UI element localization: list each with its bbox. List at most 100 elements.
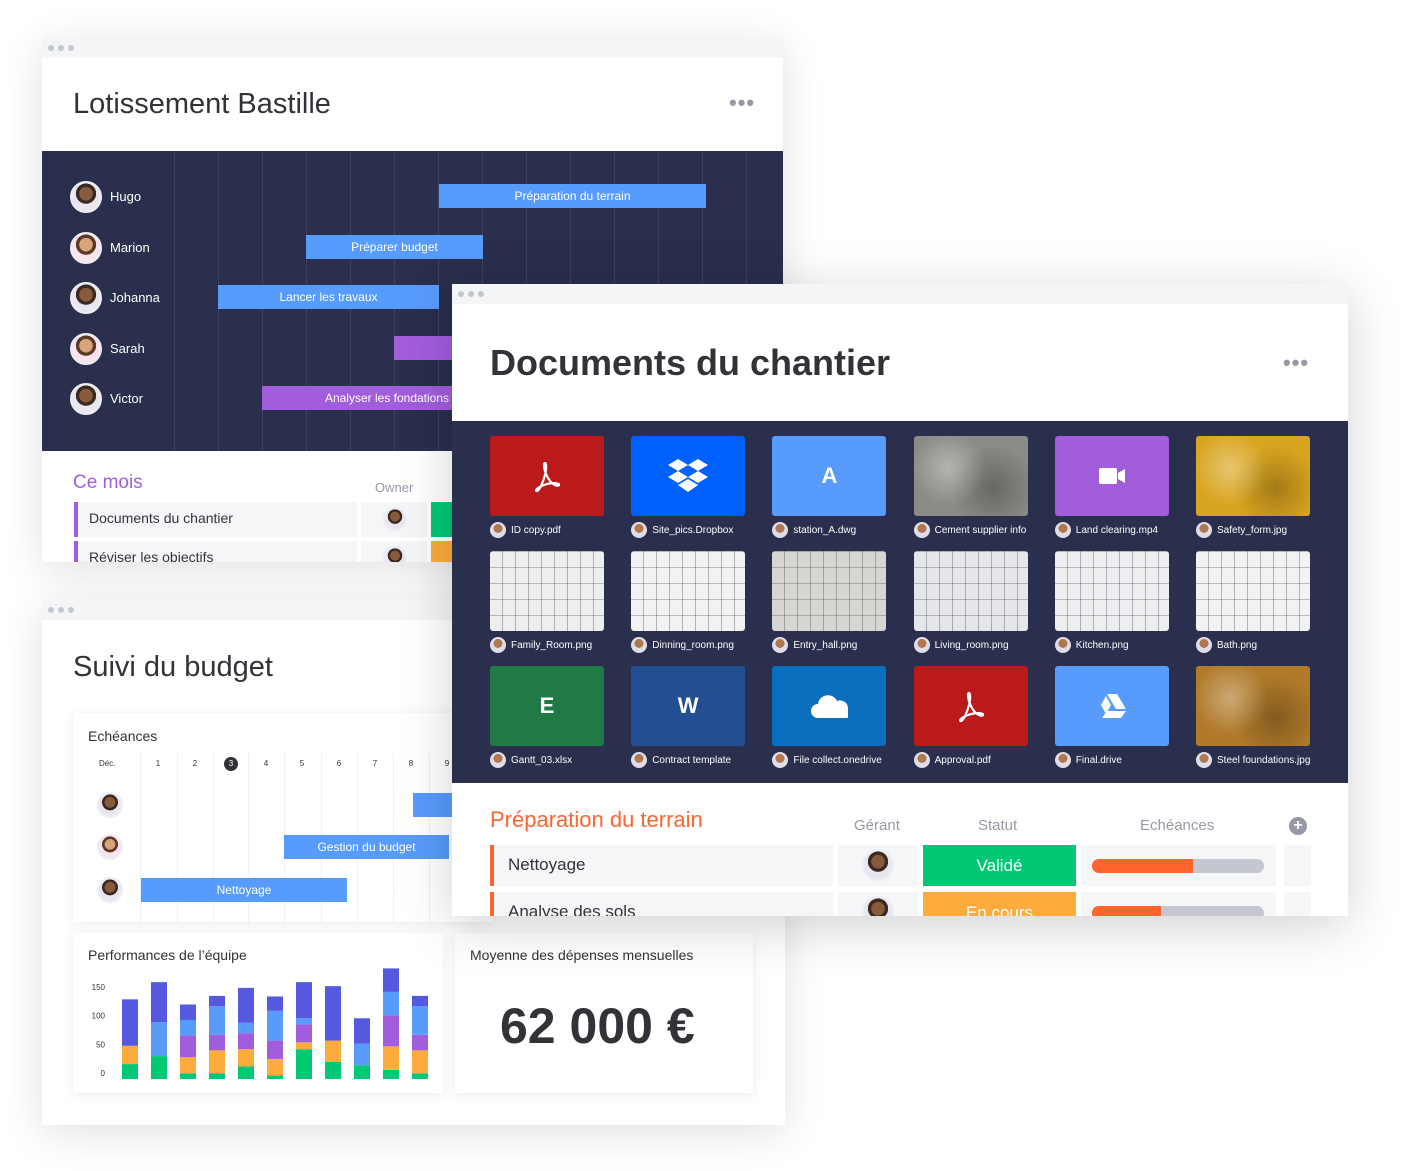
file-name: Cement supplier info (934, 524, 1027, 536)
status-cell[interactable]: Validé (923, 845, 1076, 886)
file-caption[interactable]: station_A.dwg (772, 522, 856, 538)
letter-a-icon: A (821, 463, 838, 488)
task-row[interactable]: Réviser les objectifs (74, 541, 357, 562)
bar-segment (238, 1049, 254, 1067)
file-caption[interactable]: Steel foundations.jpg (1196, 752, 1310, 768)
y-tick-label: 150 (92, 983, 106, 992)
day-label: 8 (408, 759, 414, 768)
avatar (1196, 752, 1212, 768)
performance-chart: 0 50 100 150 (92, 968, 428, 1079)
bar-segment (209, 1006, 225, 1035)
avatar (1196, 637, 1212, 653)
more-dots-icon[interactable]: ••• (1283, 350, 1309, 376)
file-caption[interactable]: Contract template (631, 752, 731, 768)
file-thumbnail[interactable] (913, 551, 1028, 631)
file-name: Approval.pdf (934, 754, 991, 766)
bar-segment (180, 1035, 196, 1058)
task-row[interactable]: Analyse des sols (490, 892, 833, 916)
avatar (913, 752, 930, 768)
person-name: Johanna (110, 290, 160, 305)
file-thumbnail[interactable]: W (631, 666, 746, 746)
person-name: Marion (110, 239, 150, 255)
file-caption[interactable]: Gantt_03.xlsx (490, 752, 572, 768)
file-thumbnail[interactable]: E (490, 666, 604, 746)
deadline-cell (1081, 892, 1276, 916)
bar-segment (267, 1010, 283, 1041)
file-caption[interactable]: Living_room.png (913, 637, 1009, 653)
avatar (772, 752, 789, 768)
file-caption[interactable]: Entry_hall.png (772, 637, 857, 653)
file-caption[interactable]: Bath.png (1196, 637, 1257, 653)
add-column-button[interactable]: + (1289, 817, 1307, 835)
file-thumbnail[interactable] (1196, 551, 1310, 631)
video-icon (1098, 468, 1125, 484)
file-name: Gantt_03.xlsx (511, 754, 573, 766)
bar-segment (209, 1050, 225, 1074)
file-name: File collect.onedrive (793, 754, 882, 766)
task-row[interactable]: Documents du chantier (74, 502, 357, 537)
avatar (631, 637, 648, 653)
file-caption[interactable]: Cement supplier info (913, 522, 1027, 538)
file-thumbnail[interactable] (1054, 666, 1169, 746)
task-bar[interactable]: Préparer budget (306, 234, 483, 259)
bar-segment (209, 995, 225, 1007)
file-thumbnail[interactable] (490, 436, 604, 516)
bar-segment (180, 1019, 196, 1036)
avatar (772, 637, 789, 653)
file-thumbnail[interactable] (1196, 666, 1310, 746)
file-caption[interactable]: Family_Room.png (490, 637, 592, 653)
file-caption[interactable]: File collect.onedrive (772, 752, 882, 768)
page-title: Lotissement Bastille (73, 88, 331, 120)
file-name: Steel foundations.jpg (1217, 754, 1311, 766)
avatar (490, 637, 506, 653)
task-bar[interactable]: Préparation du terrain (439, 184, 706, 208)
file-caption[interactable]: Dinning_room.png (631, 637, 734, 653)
owner-header: Owner (375, 480, 414, 495)
file-caption[interactable]: ID copy.pdf (490, 522, 561, 538)
person-name: Hugo (110, 189, 142, 204)
deadline-header: Echéances (1140, 817, 1215, 834)
bar-segment (151, 982, 167, 1023)
task-row[interactable]: Nettoyage (490, 845, 833, 886)
file-thumbnail[interactable] (913, 436, 1028, 516)
timeline-bar[interactable]: Nettoyage (141, 878, 347, 902)
file-thumbnail[interactable] (1196, 436, 1310, 516)
file-caption[interactable]: Approval.pdf (913, 752, 991, 768)
timeline-bar[interactable]: Gestion du budget (284, 835, 449, 859)
month-label: Déc. (99, 759, 116, 768)
file-thumbnail[interactable] (631, 436, 746, 516)
file-thumbnail[interactable] (631, 551, 746, 631)
avatar (913, 637, 930, 653)
file-name: ID copy.pdf (511, 524, 561, 536)
day-label: 7 (372, 759, 378, 768)
y-tick-label: 50 (96, 1040, 105, 1049)
file-thumbnail[interactable] (913, 666, 1028, 746)
files-grid: ID copy.pdf Site_pics.Dropbox Astation_A.d… (452, 421, 1348, 783)
file-thumbnail[interactable] (1054, 551, 1169, 631)
average-title: Moyenne des dépenses mensuelles (470, 947, 694, 963)
window-titlebar (42, 38, 783, 58)
more-dots-icon[interactable]: ••• (729, 90, 755, 116)
bar-segment (296, 1018, 312, 1025)
bar-segment (296, 1049, 312, 1079)
file-caption[interactable]: Land clearing.mp4 (1054, 522, 1158, 538)
file-caption[interactable]: Site_pics.Dropbox (631, 522, 733, 538)
avatar (97, 792, 123, 818)
file-caption[interactable]: Safety_form.jpg (1196, 522, 1287, 538)
file-caption[interactable]: Final.drive (1054, 752, 1122, 768)
task-bar[interactable]: Lancer les travaux (218, 285, 439, 309)
bar-segment (354, 1065, 370, 1079)
file-thumbnail[interactable] (1054, 436, 1169, 516)
file-name: Contract template (652, 754, 732, 766)
file-thumbnail[interactable] (772, 666, 887, 746)
file-name: Final.drive (1075, 754, 1122, 766)
file-thumbnail[interactable] (490, 551, 604, 631)
dropbox-icon (668, 459, 709, 493)
avatar (631, 522, 648, 538)
file-thumbnail[interactable]: A (772, 436, 887, 516)
file-thumbnail[interactable] (772, 551, 887, 631)
bar-segment (267, 1058, 283, 1076)
progress-bar (1092, 859, 1264, 873)
file-caption[interactable]: Kitchen.png (1054, 637, 1129, 653)
status-cell[interactable]: En cours (923, 892, 1076, 916)
